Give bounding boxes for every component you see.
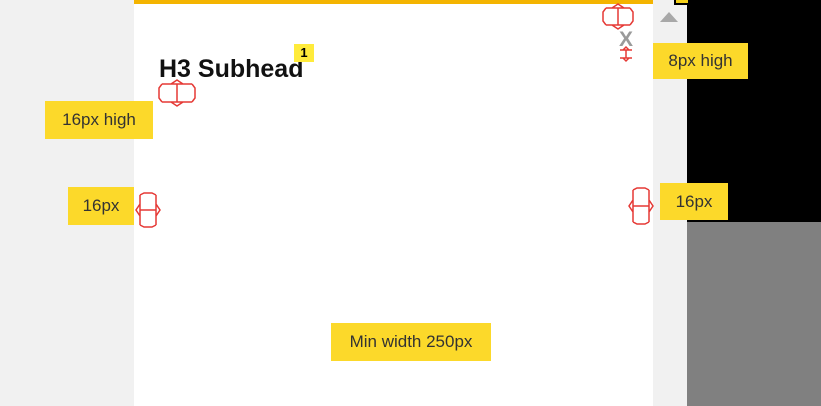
spacing-label-heading: 16px high (45, 101, 153, 139)
min-width-label: Min width 250px (331, 323, 491, 361)
overlay-background-panel (687, 222, 821, 406)
horizontal-spacing-marker-right (628, 187, 654, 225)
spacing-label-top: 8px high (653, 43, 748, 79)
accent-top-bar (134, 0, 653, 4)
vertical-spacing-marker-top (602, 3, 634, 30)
heading-number-badge: 1 (294, 44, 314, 62)
corner-marker (674, 0, 688, 5)
padding-label-left: 16px (68, 187, 134, 225)
horizontal-spacing-marker-left (135, 192, 161, 228)
padding-label-right: 16px (660, 183, 728, 220)
scroll-up-arrow-icon[interactable] (660, 12, 678, 22)
vertical-spacing-marker-small (620, 45, 632, 63)
vertical-spacing-marker-heading (158, 79, 196, 107)
